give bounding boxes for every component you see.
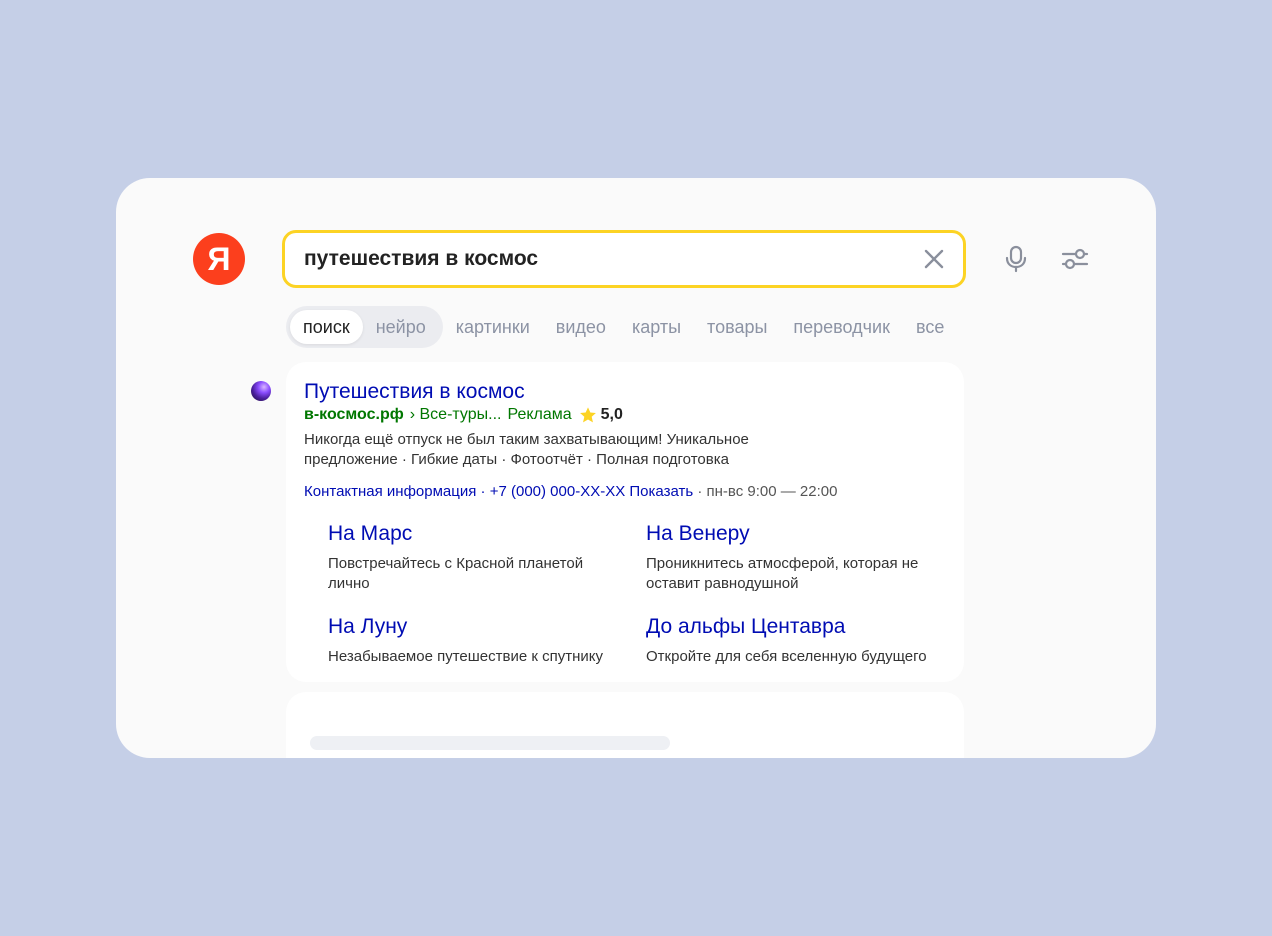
sitelink-description: Незабываемое путешествие к спутнику — [328, 648, 603, 665]
working-hours: · пн-вс 9:00 — 22:00 — [697, 483, 838, 500]
close-icon — [924, 249, 944, 269]
result-path-link[interactable]: › Все-туры... — [410, 406, 502, 424]
result-title-link[interactable]: Путешествия в космос — [304, 380, 525, 404]
clear-search-button[interactable] — [921, 246, 947, 272]
search-input[interactable] — [304, 233, 894, 285]
logo-letter: Я — [207, 241, 231, 277]
contacts-separator: · — [480, 483, 486, 500]
sitelink-description: Повстречайтесь с Красной планетой лично — [328, 555, 584, 592]
tab-translator[interactable]: переводчик — [793, 310, 890, 344]
site-favicon-icon — [251, 381, 271, 401]
sitelink-title[interactable]: На Венеру — [646, 522, 946, 546]
result-description: Никогда ещё отпуск не был таким захватыв… — [304, 431, 749, 468]
result-domain-link[interactable]: в-космос.рф — [304, 406, 404, 424]
tab-images[interactable]: картинки — [456, 310, 530, 344]
result-url-line: в-космос.рф › Все-туры... Реклама 5,0 — [304, 406, 623, 424]
loading-skeleton-line — [310, 736, 670, 750]
tab-all[interactable]: все — [916, 310, 944, 344]
sitelink-description: Откройте для себя вселенную будущего — [646, 648, 927, 665]
search-box[interactable] — [282, 230, 966, 288]
ad-label: Реклама — [507, 406, 572, 423]
search-window: Я поиск нейро картинки — [116, 178, 1156, 758]
tab-neuro[interactable]: нейро — [363, 310, 439, 344]
contacts-line: Контактная информация · +7 (000) 000-XX-… — [304, 483, 837, 500]
sitelink-description: Проникнитесь атмосферой, которая не оста… — [646, 555, 919, 592]
search-settings-button[interactable] — [1060, 245, 1090, 273]
sitelink-alpha-centauri: До альфы Центавра Откройте для себя всел… — [646, 615, 956, 667]
ad-result-card: Путешествия в космос в-космос.рф › Все-т… — [286, 362, 964, 682]
microphone-icon — [1005, 245, 1027, 273]
rating-value: 5,0 — [600, 406, 623, 423]
yandex-logo[interactable]: Я — [193, 233, 245, 285]
star-icon — [579, 406, 597, 424]
sitelink-title[interactable]: На Луну — [328, 615, 638, 639]
next-result-card-placeholder — [286, 692, 964, 758]
phone-number[interactable]: +7 (000) 000-XX-XX — [490, 483, 626, 500]
tab-video[interactable]: видео — [556, 310, 606, 344]
tab-products[interactable]: товары — [707, 310, 767, 344]
sitelink-title[interactable]: На Марс — [328, 522, 628, 546]
sitelink-moon: На Луну Незабываемое путешествие к спутн… — [328, 615, 638, 667]
voice-search-button[interactable] — [1002, 244, 1030, 274]
contacts-link[interactable]: Контактная информация — [304, 483, 476, 500]
show-phone-link[interactable]: Показать — [629, 483, 693, 500]
tab-group-primary: поиск нейро — [286, 306, 443, 348]
tab-search[interactable]: поиск — [290, 310, 363, 344]
sitelink-mars: На Марс Повстречайтесь с Красной плането… — [328, 522, 628, 594]
filter-settings-icon — [1061, 248, 1089, 270]
sitelink-venus: На Венеру Проникнитесь атмосферой, котор… — [646, 522, 946, 594]
tab-maps[interactable]: карты — [632, 310, 681, 344]
search-tabs: поиск нейро картинки видео карты товары … — [286, 306, 957, 348]
sitelink-title[interactable]: До альфы Центавра — [646, 615, 956, 639]
